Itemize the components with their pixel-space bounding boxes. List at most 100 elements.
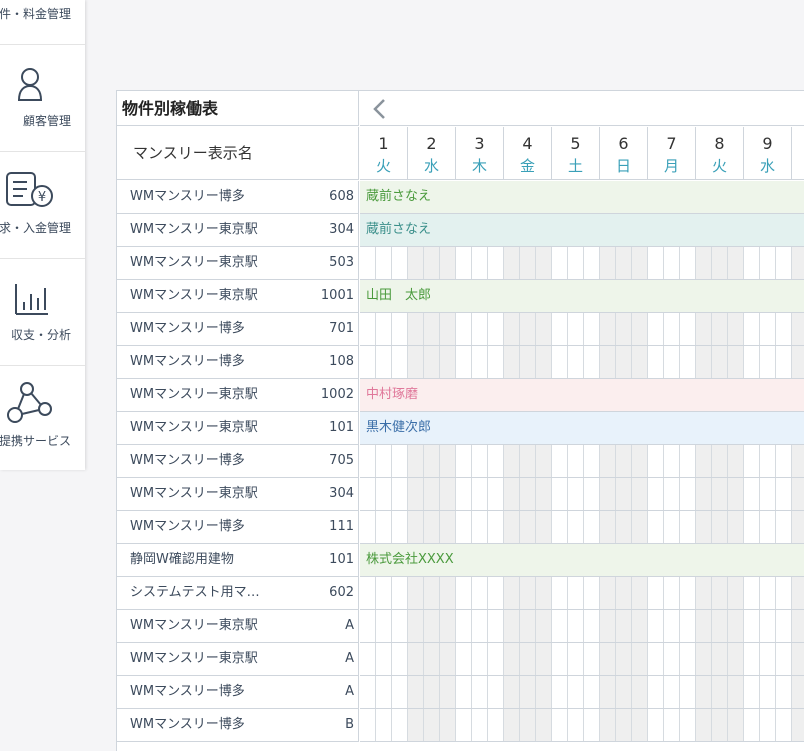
grid-cell[interactable]: [520, 643, 536, 675]
calendar-grid[interactable]: [360, 511, 804, 544]
grid-cell[interactable]: [392, 346, 408, 378]
grid-cell[interactable]: [664, 577, 680, 609]
calendar-grid[interactable]: 山田 太郎: [360, 280, 804, 313]
calendar-grid[interactable]: [360, 478, 804, 511]
grid-cell[interactable]: [360, 511, 376, 543]
chevron-left-icon[interactable]: [368, 97, 390, 121]
calendar-grid[interactable]: [360, 709, 804, 742]
grid-cell[interactable]: [456, 313, 472, 345]
booking-bar[interactable]: 黒木健次郎: [360, 412, 804, 444]
grid-cell[interactable]: [504, 346, 520, 378]
grid-cell[interactable]: [376, 247, 392, 279]
grid-cell[interactable]: [568, 511, 584, 543]
grid-cell[interactable]: [776, 346, 792, 378]
grid-cell[interactable]: [680, 676, 696, 708]
grid-cell[interactable]: [600, 445, 616, 477]
grid-cell[interactable]: [584, 478, 600, 510]
grid-cell[interactable]: [712, 346, 728, 378]
grid-cell[interactable]: [680, 313, 696, 345]
grid-cell[interactable]: [424, 313, 440, 345]
grid-cell[interactable]: [760, 445, 776, 477]
grid-cell[interactable]: [600, 478, 616, 510]
grid-cell[interactable]: [376, 577, 392, 609]
grid-cell[interactable]: [472, 676, 488, 708]
property-cell[interactable]: WMマンスリー東京駅 1002: [117, 379, 359, 412]
grid-cell[interactable]: [360, 577, 376, 609]
grid-cell[interactable]: [600, 709, 616, 741]
grid-cell[interactable]: [792, 445, 804, 477]
grid-cell[interactable]: [744, 643, 760, 675]
grid-cell[interactable]: [472, 247, 488, 279]
grid-cell[interactable]: [744, 511, 760, 543]
grid-cell[interactable]: [760, 643, 776, 675]
grid-cell[interactable]: [664, 643, 680, 675]
grid-cell[interactable]: [600, 610, 616, 642]
grid-cell[interactable]: [376, 313, 392, 345]
grid-cell[interactable]: [584, 313, 600, 345]
calendar-grid[interactable]: [360, 346, 804, 379]
grid-cell[interactable]: [424, 610, 440, 642]
grid-cell[interactable]: [744, 577, 760, 609]
grid-cell[interactable]: [632, 577, 648, 609]
grid-cell[interactable]: [680, 577, 696, 609]
grid-cell[interactable]: [552, 610, 568, 642]
grid-cell[interactable]: [744, 676, 760, 708]
grid-cell[interactable]: [568, 709, 584, 741]
grid-cell[interactable]: [536, 643, 552, 675]
grid-cell[interactable]: [744, 478, 760, 510]
grid-cell[interactable]: [456, 346, 472, 378]
property-cell[interactable]: WMマンスリー東京駅 503: [117, 247, 359, 280]
grid-cell[interactable]: [568, 313, 584, 345]
grid-cell[interactable]: [504, 511, 520, 543]
grid-cell[interactable]: [568, 676, 584, 708]
grid-cell[interactable]: [408, 247, 424, 279]
grid-cell[interactable]: [392, 643, 408, 675]
grid-cell[interactable]: [584, 346, 600, 378]
grid-cell[interactable]: [472, 511, 488, 543]
grid-cell[interactable]: [792, 247, 804, 279]
grid-cell[interactable]: [712, 511, 728, 543]
grid-cell[interactable]: [376, 346, 392, 378]
grid-cell[interactable]: [616, 313, 632, 345]
property-cell[interactable]: WMマンスリー東京駅 304: [117, 214, 359, 247]
grid-cell[interactable]: [712, 610, 728, 642]
grid-cell[interactable]: [680, 445, 696, 477]
grid-cell[interactable]: [520, 577, 536, 609]
grid-cell[interactable]: [552, 445, 568, 477]
grid-cell[interactable]: [600, 577, 616, 609]
grid-cell[interactable]: [456, 511, 472, 543]
grid-cell[interactable]: [360, 709, 376, 741]
grid-cell[interactable]: [712, 445, 728, 477]
grid-cell[interactable]: [664, 709, 680, 741]
grid-cell[interactable]: [408, 511, 424, 543]
grid-cell[interactable]: [360, 247, 376, 279]
grid-cell[interactable]: [376, 610, 392, 642]
grid-cell[interactable]: [424, 478, 440, 510]
grid-cell[interactable]: [360, 643, 376, 675]
grid-cell[interactable]: [776, 445, 792, 477]
grid-cell[interactable]: [696, 247, 712, 279]
grid-cell[interactable]: [488, 643, 504, 675]
grid-cell[interactable]: [536, 346, 552, 378]
grid-cell[interactable]: [520, 610, 536, 642]
calendar-grid[interactable]: 蔵前さなえ: [360, 181, 804, 214]
grid-cell[interactable]: [792, 643, 804, 675]
grid-cell[interactable]: [552, 478, 568, 510]
grid-cell[interactable]: [584, 676, 600, 708]
grid-cell[interactable]: [440, 313, 456, 345]
grid-cell[interactable]: [696, 643, 712, 675]
grid-cell[interactable]: [616, 346, 632, 378]
grid-cell[interactable]: [568, 577, 584, 609]
grid-cell[interactable]: [552, 247, 568, 279]
grid-cell[interactable]: [792, 511, 804, 543]
grid-cell[interactable]: [536, 478, 552, 510]
grid-cell[interactable]: [456, 643, 472, 675]
nav-partner-services[interactable]: 提携サービス: [0, 365, 85, 470]
grid-cell[interactable]: [648, 610, 664, 642]
grid-cell[interactable]: [664, 445, 680, 477]
grid-cell[interactable]: [504, 610, 520, 642]
grid-cell[interactable]: [632, 247, 648, 279]
grid-cell[interactable]: [408, 478, 424, 510]
property-cell[interactable]: WMマンスリー博多 608: [117, 181, 359, 214]
grid-cell[interactable]: [472, 313, 488, 345]
